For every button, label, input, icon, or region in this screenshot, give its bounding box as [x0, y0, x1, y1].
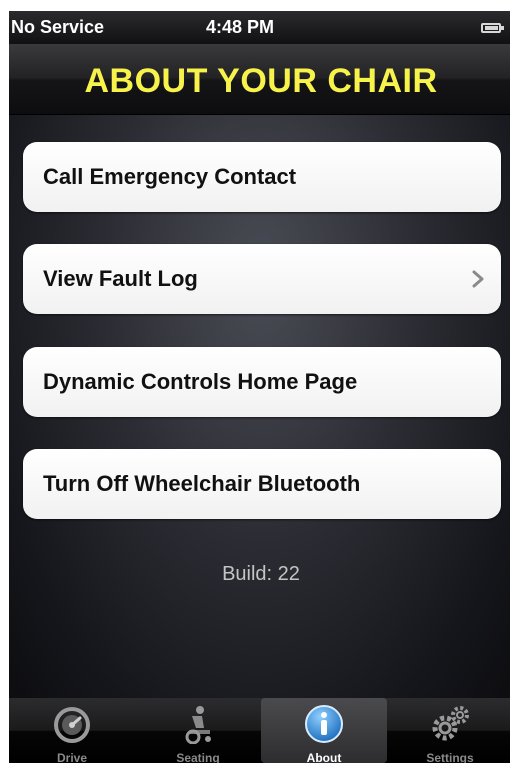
- title-bar: ABOUT YOUR CHAIR: [9, 44, 510, 115]
- status-bar: No Service 4:48 PM: [9, 11, 510, 44]
- tab-label: Seating: [176, 751, 220, 763]
- tab-about[interactable]: About: [261, 698, 387, 763]
- view-fault-log-button[interactable]: View Fault Log: [23, 244, 501, 314]
- dynamic-controls-home-page-button[interactable]: Dynamic Controls Home Page: [23, 347, 501, 417]
- turn-off-bluetooth-button[interactable]: Turn Off Wheelchair Bluetooth: [23, 449, 501, 519]
- phone-screen: No Service 4:48 PM ABOUT YOUR CHAIR Call…: [9, 11, 510, 763]
- main-content: Call Emergency Contact View Fault Log Dy…: [9, 115, 510, 698]
- menu-item-label: Turn Off Wheelchair Bluetooth: [43, 471, 361, 496]
- gears-icon: [432, 706, 469, 741]
- call-emergency-contact-button[interactable]: Call Emergency Contact: [23, 142, 501, 212]
- menu-item-label: Call Emergency Contact: [43, 164, 297, 189]
- tab-drive[interactable]: Drive: [9, 698, 135, 763]
- battery-icon: [481, 23, 504, 33]
- build-number: Build: 22: [222, 563, 300, 585]
- tab-label: Drive: [56, 751, 88, 763]
- tab-bar: Drive Seating About Settings: [9, 698, 510, 763]
- tab-label: Settings: [426, 751, 474, 763]
- menu-item-label: Dynamic Controls Home Page: [43, 369, 358, 394]
- carrier-label: No Service: [11, 17, 105, 37]
- tab-seating[interactable]: Seating: [135, 698, 261, 763]
- menu-item-label: View Fault Log: [43, 266, 198, 291]
- info-icon: [305, 705, 343, 743]
- speedometer-icon: [54, 707, 90, 743]
- tab-label: About: [306, 751, 342, 763]
- wheelchair-icon: [185, 706, 211, 744]
- tab-settings[interactable]: Settings: [387, 698, 510, 763]
- status-time: 4:48 PM: [206, 17, 275, 37]
- chevron-right-icon: [472, 270, 484, 288]
- page-title: ABOUT YOUR CHAIR: [84, 62, 438, 100]
